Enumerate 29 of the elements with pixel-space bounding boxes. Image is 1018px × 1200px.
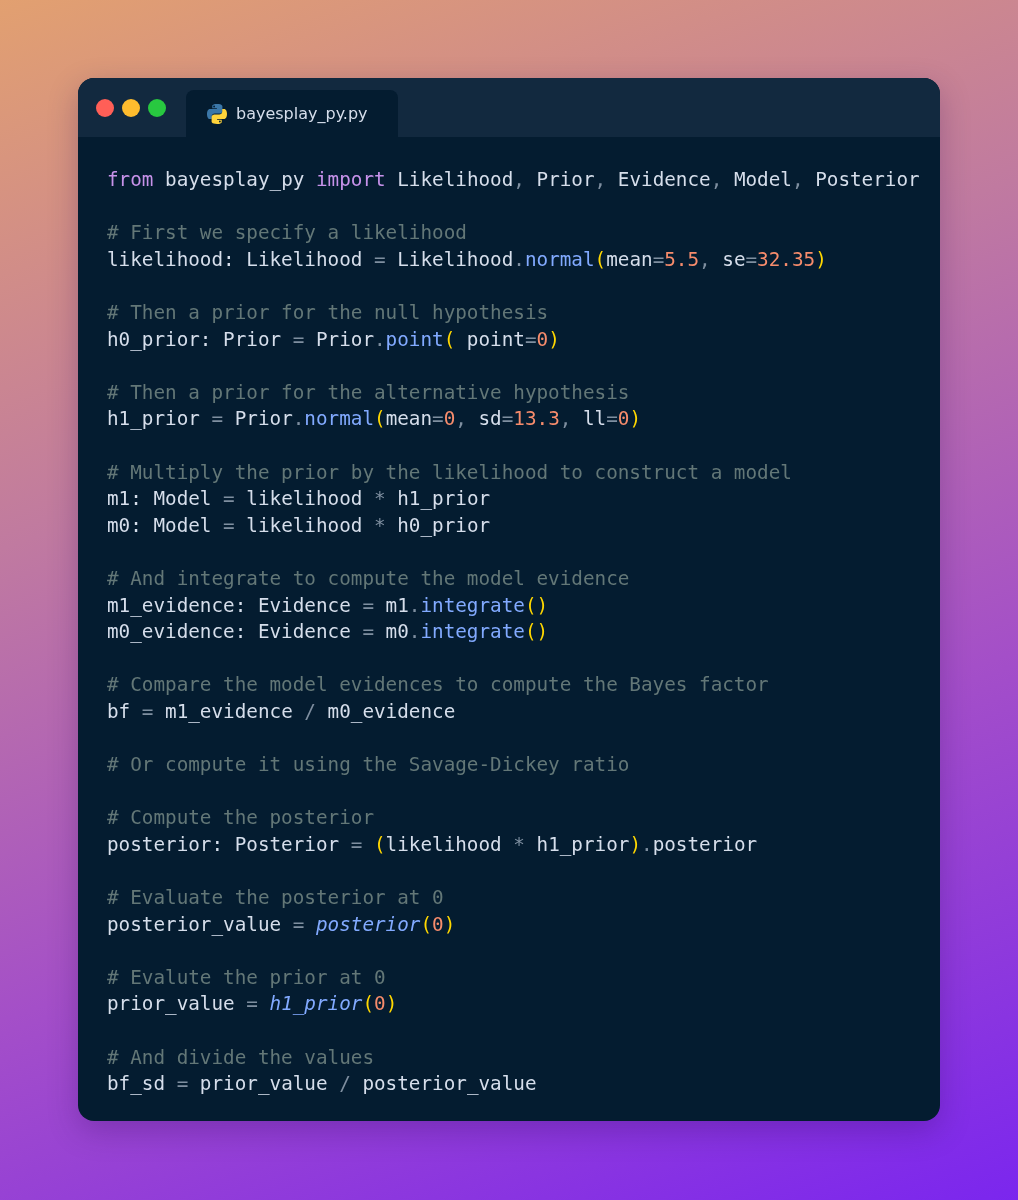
code-comment: # Compare the model evidences to compute the Bayes factor	[107, 672, 770, 699]
code-comment: # Compute the posterior	[107, 805, 375, 832]
code-line: bf_sd = prior_value / posterior_value	[107, 1071, 538, 1098]
code-line: m1_evidence: Evidence = m1.integrate()	[107, 592, 550, 619]
close-button[interactable]	[96, 98, 114, 117]
code-comment: # First we specify a likelihood	[107, 220, 468, 247]
code-comment: # Evaluate the posterior at 0	[107, 885, 445, 912]
code-comment: # And divide the values	[107, 1044, 375, 1071]
python-logo-icon	[206, 102, 228, 125]
code-comment: # Then a prior for the alternative hypothesis	[107, 379, 631, 406]
file-tab[interactable]: bayesplay_py.py	[186, 90, 398, 137]
code-line: m0_evidence: Evidence = m0.integrate()	[107, 619, 550, 646]
code-line: h1_prior = Prior.normal(mean=0, sd=13.3, ll=0)	[107, 406, 643, 433]
maximize-button[interactable]	[148, 98, 166, 117]
code-comment: # Multiply the prior by the likelihood to construct a model	[107, 459, 793, 486]
code-line: m0: Model = likelihood * h0_prior	[107, 512, 492, 539]
code-comment: # Then a prior for the null hypothesis	[107, 299, 550, 326]
code-line: posterior_value = posterior(0)	[107, 911, 457, 938]
minimize-button[interactable]	[122, 98, 140, 117]
code-comment: # And integrate to compute the model evidence	[107, 565, 631, 592]
code-line: from bayesplay_py import Likelihood, Prior, Evidence, Model, Posterior	[107, 167, 921, 193]
code-line: likelihood: Likelihood = Likelihood.normal(mean=5.5, se=32.35)	[107, 246, 828, 273]
code-comment: # Or compute it using the Savage-Dickey ratio	[107, 752, 631, 779]
code-line: h0_prior: Prior = Prior.point( point=0)	[107, 326, 561, 353]
code-line: bf = m1_evidence / m0_evidence	[107, 698, 457, 725]
code-line: prior_value = h1_prior(0)	[107, 991, 399, 1018]
code-line: m1: Model = likelihood * h1_prior	[107, 486, 492, 513]
code-line: posterior: Posterior = (likelihood * h1_prior).posterior	[107, 831, 759, 858]
code-comment: # Evalute the prior at 0	[107, 964, 387, 991]
